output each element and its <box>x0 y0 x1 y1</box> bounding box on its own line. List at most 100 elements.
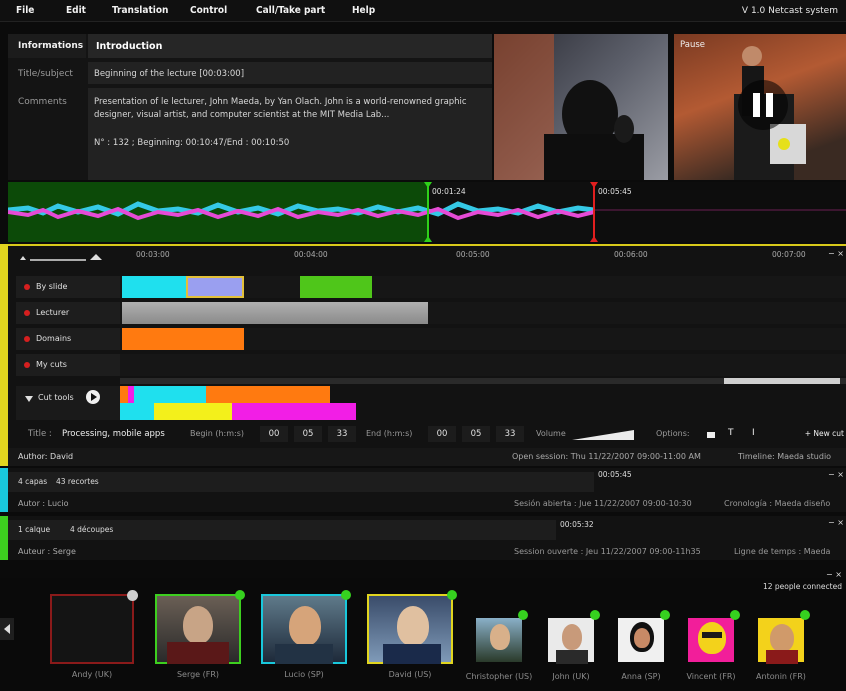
cut-segment[interactable] <box>120 386 128 403</box>
menu-translation[interactable]: Translation <box>112 5 168 16</box>
track-my-cuts[interactable]: My cuts <box>16 354 120 376</box>
segment-bar[interactable] <box>300 276 372 298</box>
session-es[interactable]: 4 capas 43 recortes 00:05:45 − × Autor :… <box>8 468 846 512</box>
comments-value[interactable]: Presentation of le lecturer, John Maeda,… <box>94 96 484 122</box>
camera-option-icon[interactable] <box>706 430 716 440</box>
cut-segment[interactable] <box>232 403 356 420</box>
cursor-option-icon[interactable]: I <box>752 428 755 438</box>
session-fr[interactable]: 1 calque 4 découpes 00:05:32 − × Auteur … <box>8 516 846 560</box>
volume-slider[interactable] <box>572 428 636 442</box>
online-status-icon <box>518 610 528 620</box>
begin-hours-input[interactable]: 00 <box>260 426 288 442</box>
track-domains[interactable]: Domains <box>16 328 120 350</box>
session-close-button[interactable]: − × <box>828 518 844 527</box>
record-dot-icon <box>24 284 30 290</box>
avatar <box>183 606 213 644</box>
menu-edit[interactable]: Edit <box>66 5 86 16</box>
timeline-close-button[interactable]: − × <box>828 249 844 258</box>
triangle-down-icon <box>25 396 33 402</box>
pause-icon[interactable] <box>738 80 788 130</box>
avatar <box>766 650 798 664</box>
title-subject-label: Title/subject <box>18 69 73 79</box>
people-close-button[interactable]: − × <box>826 570 842 579</box>
cut-segment[interactable] <box>134 386 206 403</box>
scrollbar-thumb[interactable] <box>724 378 840 384</box>
lecture-video-view[interactable]: Pause <box>674 34 846 180</box>
participant-john[interactable] <box>546 616 596 664</box>
track-label-text: Lecturer <box>36 308 70 317</box>
session-open-time: Sesión abierta : Jue 11/22/2007 09:00-10… <box>514 499 692 508</box>
participant-name: Serge (FR) <box>176 670 220 679</box>
menu-file[interactable]: File <box>16 5 34 16</box>
session-summary-bar[interactable]: 1 calque 4 découpes <box>8 520 556 540</box>
end-minutes-input[interactable]: 05 <box>462 426 490 442</box>
participant-andy[interactable] <box>50 594 134 664</box>
camera-video-view[interactable] <box>494 34 668 180</box>
end-hours-input[interactable]: 00 <box>428 426 456 442</box>
session-open-time: Open session: Thu 11/22/2007 09:00-11:00… <box>512 452 701 461</box>
participant-vincent[interactable] <box>686 616 736 664</box>
avatar <box>556 650 588 664</box>
track-row-by-slide[interactable] <box>120 276 846 298</box>
record-dot-icon <box>24 310 30 316</box>
new-cut-button[interactable]: + New cut <box>805 429 844 438</box>
layers-count: 1 calque <box>18 525 51 534</box>
session-color-strip <box>0 516 8 560</box>
tick-label: 00:07:00 <box>772 250 806 259</box>
cut-tools-track[interactable] <box>120 386 846 420</box>
participant-david[interactable] <box>367 594 453 664</box>
avatar <box>383 644 441 664</box>
participant-serge[interactable] <box>155 594 241 664</box>
segment-bar[interactable] <box>122 328 244 350</box>
avatar <box>698 622 726 654</box>
waveform-graph <box>8 182 846 242</box>
track-row-my-cuts[interactable] <box>120 354 846 376</box>
segment-bar[interactable] <box>122 276 186 298</box>
title-subject-value[interactable]: Beginning of the lecture [00:03:00] <box>94 69 244 79</box>
track-by-slide[interactable]: By slide <box>16 276 120 298</box>
session-author: Autor : Lucio <box>18 499 69 508</box>
cut-segment[interactable] <box>120 403 154 420</box>
begin-seconds-input[interactable]: 33 <box>328 426 356 442</box>
segment-bar[interactable] <box>122 302 428 324</box>
cut-tools-panel[interactable]: Cut tools <box>16 386 120 420</box>
track-row-domains[interactable] <box>120 328 846 350</box>
participant-antonin[interactable] <box>756 616 806 664</box>
menu-control[interactable]: Control <box>190 5 227 16</box>
track-row-lecturer[interactable] <box>120 302 846 324</box>
version-label: V 1.0 Netcast system <box>741 6 838 16</box>
speaker-silhouette <box>494 34 644 180</box>
waveform-marker-end: 00:05:45 <box>598 187 632 196</box>
track-label-text: By slide <box>36 282 68 291</box>
participant-lucio[interactable] <box>261 594 347 664</box>
participant-anna[interactable] <box>616 616 666 664</box>
session-close-button[interactable]: − × <box>828 470 844 479</box>
online-status-icon <box>590 610 600 620</box>
cut-segment[interactable] <box>154 403 232 420</box>
audio-waveform[interactable]: 00:01:24 00:05:45 <box>8 182 846 242</box>
cut-segment[interactable] <box>206 386 330 403</box>
session-summary-bar[interactable]: 4 capas 43 recortes <box>8 472 594 492</box>
session-color-strip <box>0 244 8 466</box>
waveform-marker-start: 00:01:24 <box>432 187 466 196</box>
menu-help[interactable]: Help <box>352 5 375 16</box>
zoom-slider[interactable] <box>16 250 116 264</box>
session-timeline: Timeline: Maeda studio <box>738 452 832 461</box>
participant-name: Andy (UK) <box>71 670 113 679</box>
track-lecturer[interactable]: Lecturer <box>16 302 120 324</box>
text-option-icon[interactable]: T <box>728 428 734 438</box>
participant-christopher[interactable] <box>474 616 524 664</box>
timeline-scrollbar[interactable] <box>120 378 846 384</box>
menu-call-take-part[interactable]: Call/Take part <box>256 5 325 16</box>
play-button[interactable] <box>86 390 100 404</box>
scroll-left-button[interactable] <box>0 618 14 640</box>
cuts-count: 43 recortes <box>56 477 99 486</box>
segment-bar-selected[interactable] <box>186 276 244 298</box>
session-color-strip <box>0 468 8 512</box>
session-timeline: Ligne de temps : Maeda <box>734 547 831 556</box>
begin-minutes-input[interactable]: 05 <box>294 426 322 442</box>
play-icon <box>91 393 97 401</box>
online-status-icon <box>235 590 245 600</box>
end-seconds-input[interactable]: 33 <box>496 426 524 442</box>
cut-title-input[interactable]: Processing, mobile apps <box>62 429 165 439</box>
